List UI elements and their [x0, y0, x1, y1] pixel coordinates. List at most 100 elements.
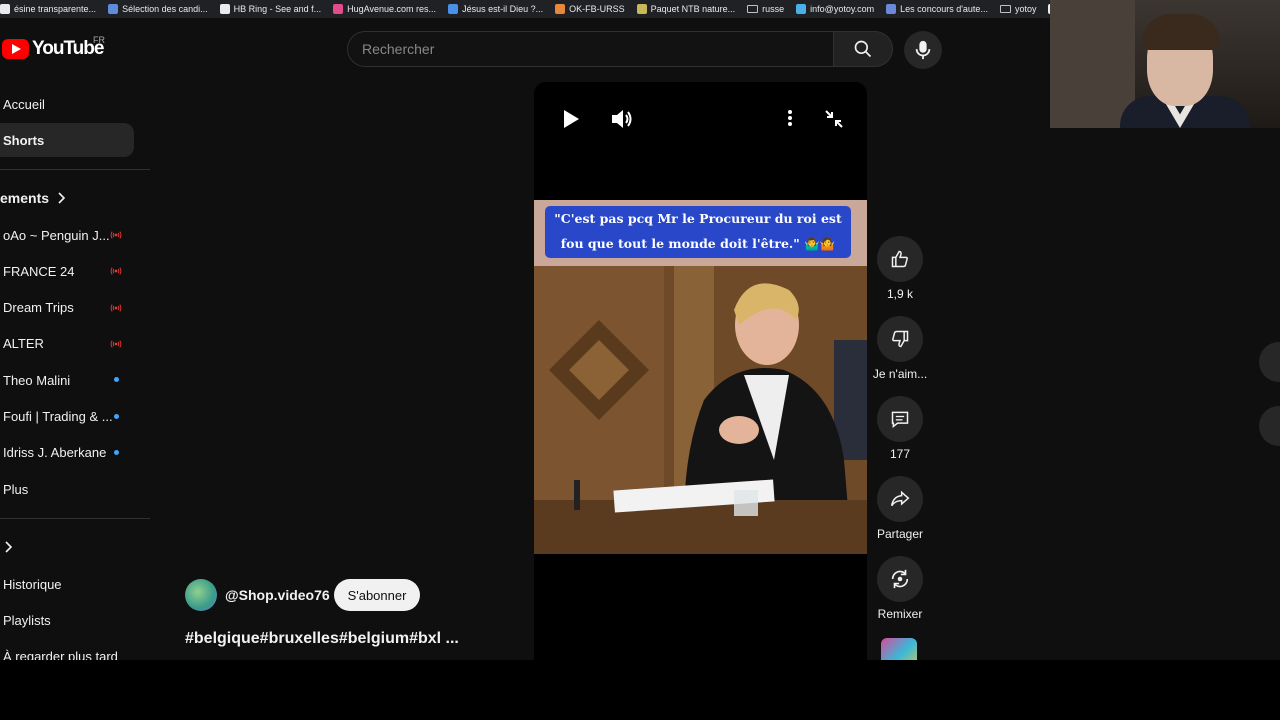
- sidebar-item-label: Accueil: [3, 96, 45, 112]
- bookmark-label: HugAvenue.com res...: [347, 4, 437, 14]
- video-caption: "C'est pas pcq Mr le Procureur du roi es…: [545, 206, 851, 258]
- favicon-icon: [448, 4, 459, 14]
- folder-icon: [999, 5, 1011, 13]
- webcam-person-hair: [1142, 14, 1220, 50]
- youtube-logo[interactable]: YouTube FR: [2, 35, 105, 60]
- volume-icon: [612, 110, 632, 128]
- sidebar-item-playlists[interactable]: Playlists: [0, 603, 134, 637]
- bookmark-item[interactable]: yotoy: [999, 4, 1037, 14]
- sidebar-item-watch-later[interactable]: À regarder plus tard: [0, 639, 134, 661]
- subscribe-button[interactable]: S'abonner: [334, 579, 420, 611]
- bookmark-label: Paquet NTB nature...: [650, 4, 736, 14]
- country-code: FR: [93, 35, 105, 45]
- favicon-icon: [219, 4, 230, 14]
- bookmark-item[interactable]: Paquet NTB nature...: [636, 4, 736, 14]
- next-short-button[interactable]: [1259, 406, 1280, 446]
- sidebar-item-subscription[interactable]: FRANCE 24: [0, 254, 134, 288]
- webcam-overlay: [1050, 0, 1280, 128]
- bookmark-item[interactable]: Jésus est-il Dieu ?...: [448, 4, 543, 14]
- search-icon: [854, 40, 872, 58]
- sidebar-item-subscription[interactable]: Idriss J. Aberkane: [0, 436, 134, 470]
- video-title[interactable]: #belgique#bruxelles#belgium#bxl ...: [185, 630, 459, 648]
- comment-icon: [891, 411, 909, 429]
- thumbs-down-icon: [892, 330, 909, 348]
- sidebar-item-label: Shorts: [3, 132, 45, 148]
- shorts-video-player[interactable]: "C'est pas pcq Mr le Procureur du roi es…: [534, 82, 867, 660]
- sidebar-item-label: Playlists: [3, 612, 51, 628]
- share-icon: [890, 490, 910, 507]
- like-button[interactable]: [877, 236, 923, 282]
- live-indicator-icon: [110, 303, 122, 312]
- bookmark-item[interactable]: OK-FB-URSS: [555, 4, 625, 14]
- like-count: 1,9 k: [886, 287, 913, 301]
- search-button[interactable]: [833, 31, 893, 67]
- new-content-dot: [114, 413, 119, 419]
- new-content-dot: [114, 449, 119, 455]
- collapse-icon: [825, 110, 843, 128]
- remix-icon: [891, 569, 909, 589]
- voice-search-button[interactable]: [904, 31, 942, 69]
- more-options-button[interactable]: [787, 109, 793, 132]
- bookmark-item[interactable]: HB Ring - See and f...: [219, 4, 321, 14]
- bookmark-label: info@yotoy.com: [810, 4, 875, 14]
- sidebar-item-subscription[interactable]: oAo ~ Penguin J...: [0, 218, 134, 252]
- channel-avatar-small[interactable]: [881, 638, 917, 660]
- sidebar-item-label: ALTER: [3, 336, 44, 352]
- search-input[interactable]: Rechercher: [347, 31, 833, 67]
- remix-button[interactable]: [877, 556, 923, 602]
- sidebar-item-label: Foufi | Trading & ...: [3, 409, 113, 424]
- sidebar-item-subscription[interactable]: Theo Malini: [0, 363, 134, 397]
- play-button[interactable]: [562, 109, 580, 134]
- dislike-button[interactable]: [877, 316, 923, 362]
- remix-label: Remixer: [877, 607, 923, 621]
- chevron-right-icon: [58, 192, 66, 204]
- previous-short-button[interactable]: [1259, 342, 1280, 382]
- bookmark-item[interactable]: Sélection des candi...: [108, 4, 208, 14]
- channel-handle[interactable]: @Shop.video76: [225, 587, 330, 603]
- sidebar-item-label: Historique: [3, 576, 62, 592]
- comments-count: 177: [889, 447, 911, 461]
- sidebar-item-label: Dream Trips: [3, 300, 74, 316]
- bookmark-label: Sélection des candi...: [122, 4, 208, 14]
- youtube-shorts-page: ésine transparente... Sélection des candi…: [0, 0, 1280, 660]
- bookmark-item[interactable]: info@yotoy.com: [796, 4, 874, 14]
- live-indicator-icon: [110, 340, 122, 348]
- video-frame: "C'est pas pcq Mr le Procureur du roi es…: [534, 200, 867, 554]
- sidebar-item-subscription[interactable]: Dream Trips: [0, 291, 134, 325]
- share-button[interactable]: [877, 476, 923, 522]
- sidebar-item-subscription[interactable]: Foufi | Trading & ...: [0, 400, 134, 434]
- new-content-dot: [114, 377, 119, 383]
- sidebar-divider: [0, 169, 150, 170]
- caption-banner: "C'est pas pcq Mr le Procureur du roi es…: [534, 200, 867, 266]
- bookmark-item[interactable]: Les concours d'aute...: [886, 4, 988, 14]
- thumbs-up-icon: [891, 250, 908, 268]
- subscriptions-heading-label: ements: [0, 190, 50, 206]
- bookmark-label: Jésus est-il Dieu ?...: [462, 4, 544, 14]
- webcam-background: [1050, 0, 1135, 128]
- bookmark-label: OK-FB-URSS: [569, 4, 625, 14]
- subscriptions-heading[interactable]: ements: [0, 190, 66, 206]
- play-icon: [564, 110, 579, 128]
- bookmark-label: ésine transparente...: [14, 4, 97, 14]
- sidebar-item-history[interactable]: Historique: [0, 567, 134, 601]
- sidebar-item-subscription[interactable]: Plus: [0, 472, 134, 506]
- youtube-play-icon: [2, 39, 29, 59]
- sidebar-item-shorts[interactable]: Shorts: [0, 123, 134, 157]
- sidebar-item-label: oAo ~ Penguin J...: [3, 227, 110, 243]
- you-section-heading[interactable]: [4, 541, 12, 553]
- comments-button[interactable]: [877, 396, 923, 442]
- sidebar-item-label: Idriss J. Aberkane: [3, 445, 107, 461]
- fullscreen-button[interactable]: [824, 109, 844, 134]
- folder-icon: [747, 5, 759, 13]
- bookmark-item[interactable]: HugAvenue.com res...: [333, 4, 436, 14]
- live-indicator-icon: [110, 267, 122, 275]
- sidebar-item-home[interactable]: Accueil: [0, 87, 134, 121]
- volume-button[interactable]: [610, 108, 634, 135]
- sidebar-item-subscription[interactable]: ALTER: [0, 327, 134, 361]
- bookmarks-bar: ésine transparente... Sélection des candi…: [0, 0, 1050, 18]
- bookmark-item[interactable]: ésine transparente...: [0, 4, 96, 14]
- bookmark-item[interactable]: russe: [747, 4, 784, 14]
- bookmark-label: yotoy: [1014, 4, 1037, 14]
- more-vertical-icon: [788, 110, 792, 126]
- channel-avatar[interactable]: [185, 579, 217, 611]
